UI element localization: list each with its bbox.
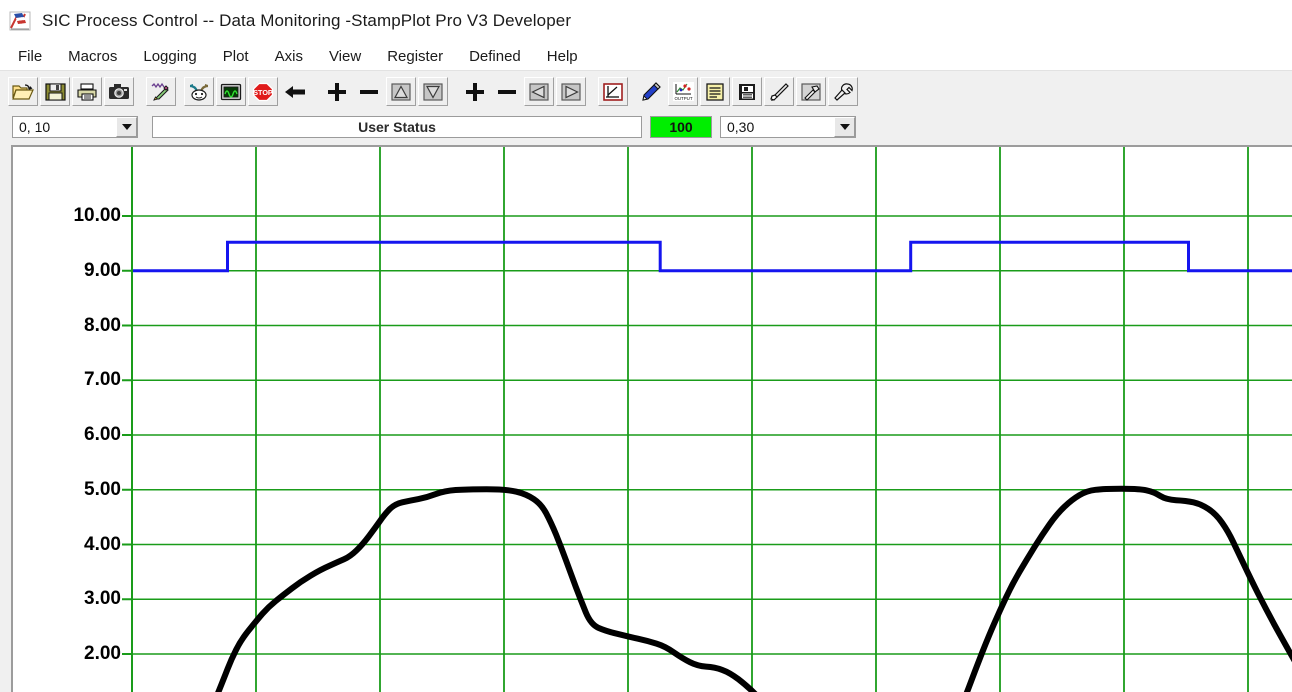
print-button[interactable]: [72, 77, 102, 106]
x-range-combo-value: 0,30: [727, 119, 755, 135]
hammer-tool-icon: [800, 82, 822, 102]
scroll-left-icon: [528, 82, 550, 102]
back-button[interactable]: [280, 77, 310, 106]
y-tick-label: 2.00: [84, 643, 121, 664]
scroll-down-icon: [422, 82, 444, 102]
monitor-plot-button[interactable]: [216, 77, 246, 106]
y-tick-label: 6.00: [84, 424, 121, 445]
y-tick-label: 4.00: [84, 533, 121, 555]
y-range-combo[interactable]: 0, 10: [12, 116, 138, 138]
blue-pen-icon: [639, 81, 663, 103]
marker-pen-icon: [150, 82, 172, 102]
menu-item-register[interactable]: Register: [385, 47, 445, 66]
save-file-button[interactable]: [40, 77, 70, 106]
connect-plug-button[interactable]: [184, 77, 214, 106]
open-file-icon: [12, 82, 34, 102]
camera-snapshot-button[interactable]: [104, 77, 134, 106]
toolbar-separator: [312, 77, 322, 106]
window-title: SIC Process Control -- Data Monitoring -…: [42, 11, 572, 30]
status-strip: 0, 10 User Status 100 0,30: [0, 112, 1292, 142]
minus-vertical-icon: [357, 81, 381, 103]
menu-item-help[interactable]: Help: [545, 47, 580, 66]
settings-button[interactable]: [828, 77, 858, 106]
save-file-icon: [44, 82, 66, 102]
notes-button[interactable]: [700, 77, 730, 106]
toolbar-separator: [450, 77, 460, 106]
x-range-combo[interactable]: 0,30: [720, 116, 856, 138]
stop-sign-icon: STOP: [252, 82, 274, 102]
stop-button[interactable]: STOP: [248, 77, 278, 106]
title-bar: SIC Process Control -- Data Monitoring -…: [0, 0, 1292, 42]
menu-item-view[interactable]: View: [327, 47, 363, 66]
menu-item-axis[interactable]: Axis: [273, 47, 305, 66]
zoom-in-y-button[interactable]: [322, 77, 352, 106]
status-strip-filler: [856, 116, 1292, 138]
plot-frame[interactable]: 10.00 9.00 8.00 7.00 6.00 5.00 4.00 3.00 2.00: [11, 145, 1292, 692]
user-status-field[interactable]: User Status: [152, 116, 642, 138]
y-tick-label: 5.00: [84, 478, 121, 500]
logbook-icon: [736, 82, 758, 102]
grid-lines: [131, 147, 1292, 692]
plot-canvas[interactable]: [13, 147, 1292, 692]
marker-pen-button[interactable]: [146, 77, 176, 106]
application-window: SIC Process Control -- Data Monitoring -…: [0, 0, 1292, 692]
scroll-up-icon: [390, 82, 412, 102]
y-tick-label: 9.00: [84, 259, 121, 281]
series-process-value: [215, 485, 1292, 692]
minus-horizontal-icon: [495, 81, 519, 103]
zoom-in-x-button[interactable]: [460, 77, 490, 106]
stampplot-app-icon: [8, 9, 32, 33]
notepad-icon: [704, 82, 726, 102]
y-tick-label: 7.00: [84, 369, 121, 391]
menu-item-macros[interactable]: Macros: [66, 47, 119, 66]
build-button[interactable]: [796, 77, 826, 106]
toolbar-separator: [136, 77, 146, 106]
axis-window-icon: [602, 82, 624, 102]
scroll-right-button[interactable]: [556, 77, 586, 106]
y-tick-label: 3.00: [84, 588, 121, 610]
chevron-down-icon[interactable]: [834, 117, 855, 137]
scroll-left-button[interactable]: [524, 77, 554, 106]
scroll-down-button[interactable]: [418, 77, 448, 106]
draw-button[interactable]: [636, 77, 666, 106]
axis-setup-button[interactable]: [598, 77, 628, 106]
toolbar-separator: [588, 77, 598, 106]
zoom-out-y-button[interactable]: [354, 77, 384, 106]
camera-snapshot-icon: [108, 82, 130, 102]
monitor-plot-icon: [220, 82, 242, 102]
open-file-button[interactable]: [8, 77, 38, 106]
connect-plug-icon: [188, 82, 210, 102]
series-digital-state: [132, 240, 1292, 273]
data-output-icon: OUTPUT: [672, 81, 695, 102]
output-data-button[interactable]: OUTPUT: [668, 77, 698, 106]
menu-item-plot[interactable]: Plot: [221, 47, 251, 66]
menu-item-defined[interactable]: Defined: [467, 47, 523, 66]
y-range-combo-value: 0, 10: [19, 119, 51, 135]
wrench-tool-icon: [832, 82, 854, 102]
svg-text:STOP: STOP: [253, 88, 273, 97]
toolbar: STOP OUTPUT: [0, 70, 1292, 112]
menu-item-file[interactable]: File: [16, 47, 44, 66]
plus-horizontal-icon: [463, 81, 487, 103]
scroll-up-button[interactable]: [386, 77, 416, 106]
pick-tool-button[interactable]: [764, 77, 794, 106]
value-readout: 100: [650, 116, 712, 138]
menu-bar: File Macros Logging Plot Axis View Regis…: [0, 42, 1292, 70]
chevron-down-icon[interactable]: [116, 117, 137, 137]
plot-client-area: 10.00 9.00 8.00 7.00 6.00 5.00 4.00 3.00 2.00: [0, 142, 1292, 692]
y-tick-label: 8.00: [84, 314, 121, 336]
menu-item-logging[interactable]: Logging: [141, 47, 198, 66]
print-icon: [76, 82, 98, 102]
arrow-left-icon: [283, 82, 307, 102]
scroll-right-icon: [560, 82, 582, 102]
value-readout-text: 100: [669, 119, 693, 135]
logbook-button[interactable]: [732, 77, 762, 106]
plus-vertical-icon: [325, 81, 349, 103]
zoom-out-x-button[interactable]: [492, 77, 522, 106]
svg-text:OUTPUT: OUTPUT: [674, 96, 692, 101]
dropper-tool-icon: [768, 82, 790, 102]
y-tick-label: 10.00: [73, 205, 121, 226]
user-status-label: User Status: [358, 119, 436, 135]
